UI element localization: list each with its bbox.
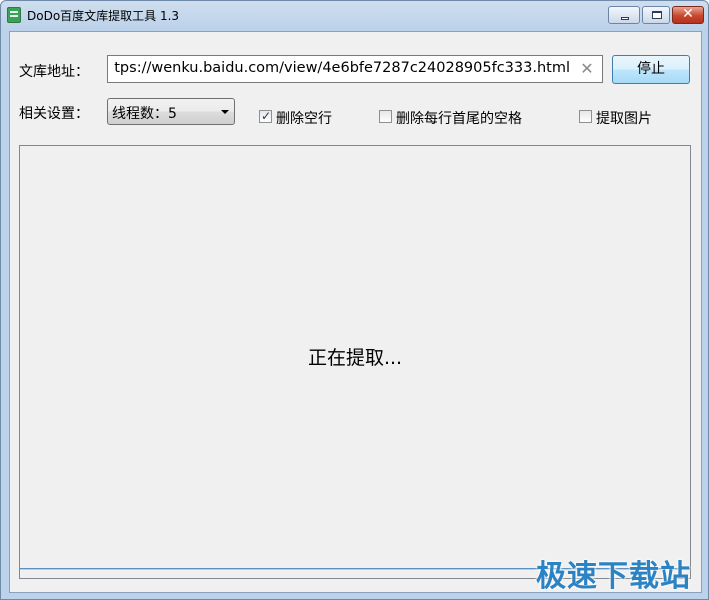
chevron-down-icon	[221, 110, 229, 114]
close-button[interactable]: ✕	[672, 6, 704, 24]
trim-line-spaces-checkbox[interactable]	[379, 110, 392, 123]
stop-button[interactable]: 停止	[612, 55, 690, 84]
url-input[interactable]: tps://wenku.baidu.com/view/4e6bfe7287c24…	[107, 55, 603, 83]
thread-count-value: 线程数：5	[112, 106, 177, 122]
trim-line-spaces-label[interactable]: 删除每行首尾的空格	[396, 108, 522, 128]
extract-images-checkbox[interactable]	[579, 110, 592, 123]
window-title: DoDo百度文库提取工具 1.3	[27, 9, 180, 23]
extraction-status: 正在提取...	[307, 347, 403, 369]
minimize-button[interactable]	[608, 6, 640, 24]
app-icon	[7, 7, 21, 23]
url-label: 文库地址：	[19, 64, 89, 80]
delete-empty-lines-label[interactable]: 删除空行	[276, 108, 332, 128]
url-input-value: tps://wenku.baidu.com/view/4e6bfe7287c24…	[114, 60, 570, 76]
thread-count-select[interactable]: 线程数：5	[107, 98, 235, 125]
close-icon: ✕	[682, 6, 694, 22]
watermark-logo: 极速下载站	[536, 559, 691, 594]
log-panel[interactable]: 正在提取...	[19, 145, 691, 579]
clear-icon[interactable]: ✕	[578, 60, 596, 78]
settings-label: 相关设置：	[19, 106, 89, 122]
delete-empty-lines-checkbox[interactable]: ✓	[259, 109, 272, 123]
extract-images-label[interactable]: 提取图片	[596, 108, 652, 128]
maximize-button[interactable]	[642, 6, 670, 24]
title-bar[interactable]: DoDo百度文库提取工具 1.3 ✕	[1, 1, 708, 29]
maximize-icon	[652, 11, 662, 19]
minimize-icon	[621, 17, 629, 20]
checkmark-icon: ✓	[261, 109, 272, 123]
